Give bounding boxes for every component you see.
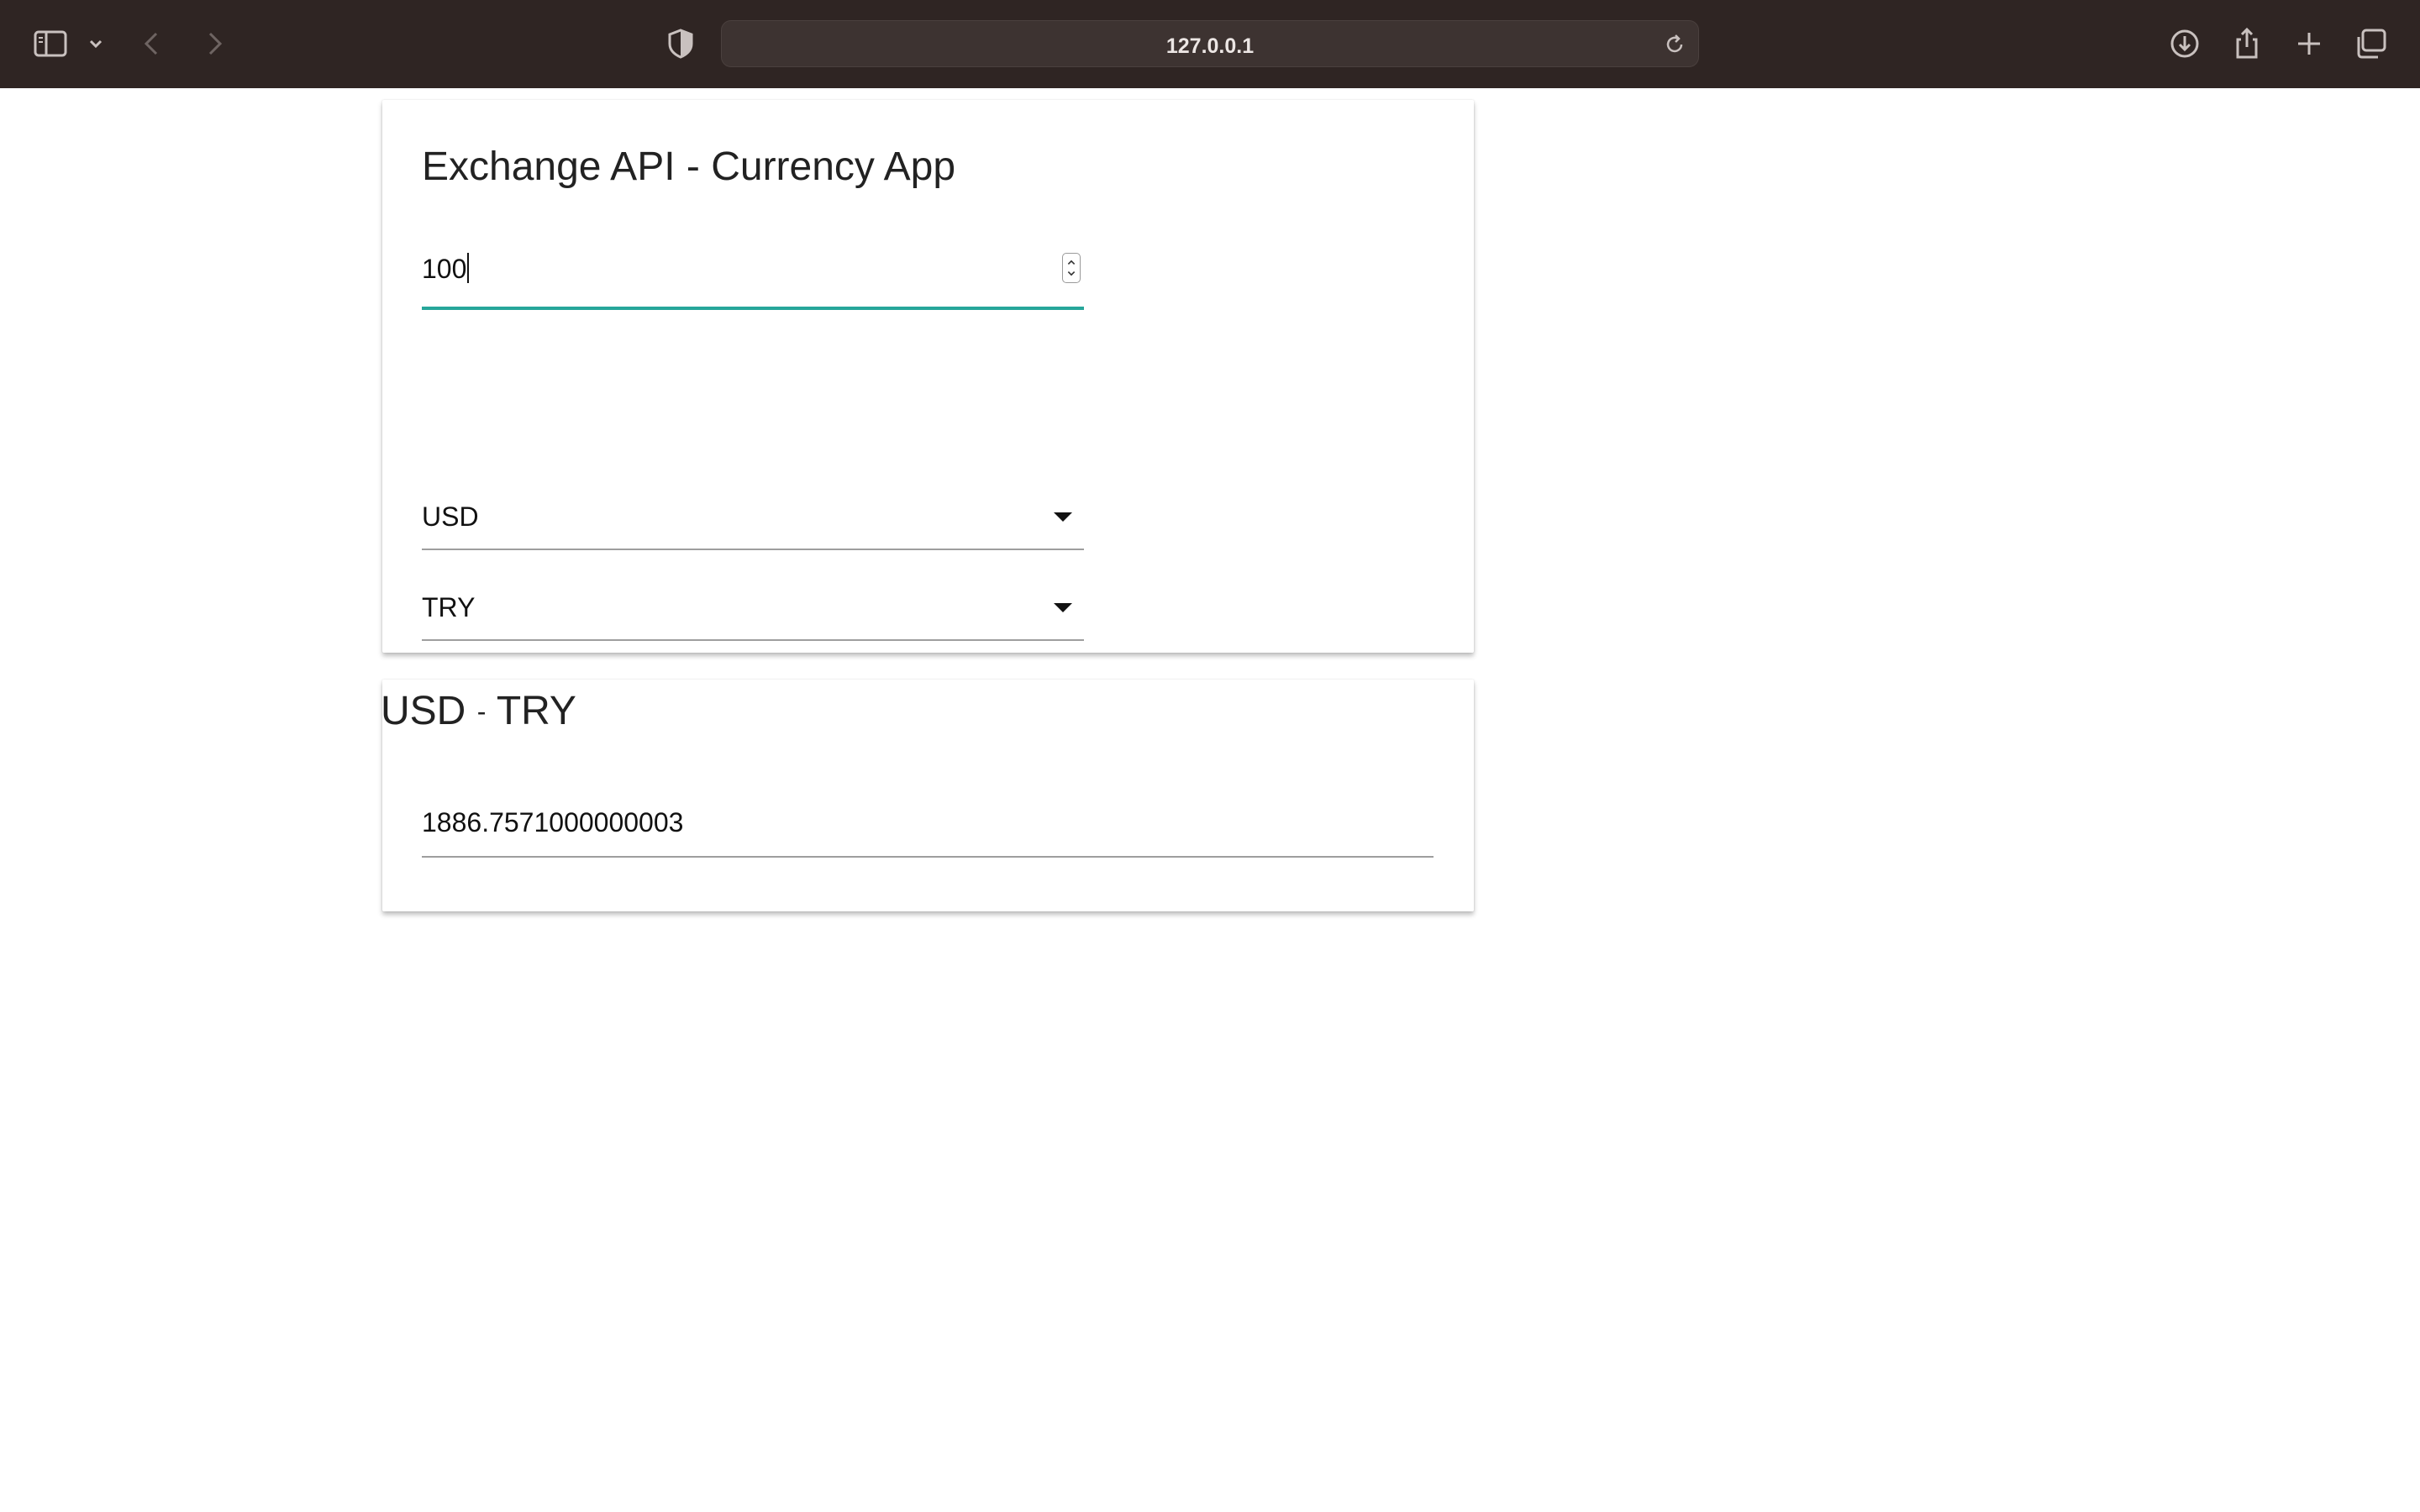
- to-currency-select[interactable]: TRY: [422, 580, 1084, 641]
- to-currency-value: TRY: [422, 592, 476, 622]
- from-currency-value: USD: [422, 501, 479, 532]
- converter-card: Exchange API - Currency App 100 USD TRY: [382, 100, 1474, 653]
- from-currency-select[interactable]: USD: [422, 490, 1084, 550]
- caret-down-icon: [1054, 603, 1072, 612]
- forward-icon[interactable]: [195, 25, 232, 62]
- result-field[interactable]: 1886.7571000000003: [422, 790, 1434, 858]
- share-icon[interactable]: [2228, 25, 2265, 62]
- amount-value: 100: [422, 253, 470, 285]
- shield-icon[interactable]: [662, 25, 699, 62]
- sidebar-icon[interactable]: [32, 25, 69, 62]
- browser-toolbar: 127.0.0.1: [0, 0, 2420, 88]
- chevron-down-icon[interactable]: [84, 25, 108, 62]
- result-title: USD - TRY: [381, 689, 576, 733]
- result-card: USD - TRY 1886.7571000000003: [381, 680, 1474, 911]
- reload-icon[interactable]: [1663, 33, 1686, 56]
- back-icon[interactable]: [134, 25, 171, 62]
- page-title: Exchange API - Currency App: [422, 144, 956, 189]
- address-bar[interactable]: 127.0.0.1: [721, 20, 1699, 67]
- amount-input[interactable]: 100: [422, 238, 1084, 310]
- result-value: 1886.7571000000003: [422, 807, 684, 837]
- new-tab-icon[interactable]: [2291, 25, 2328, 62]
- caret-down-icon: [1054, 512, 1072, 522]
- text-caret: [467, 253, 470, 283]
- download-icon[interactable]: [2166, 25, 2203, 62]
- tabs-overview-icon[interactable]: [2353, 25, 2390, 62]
- number-stepper-icon[interactable]: [1062, 253, 1081, 283]
- url-text: 127.0.0.1: [1165, 34, 1255, 58]
